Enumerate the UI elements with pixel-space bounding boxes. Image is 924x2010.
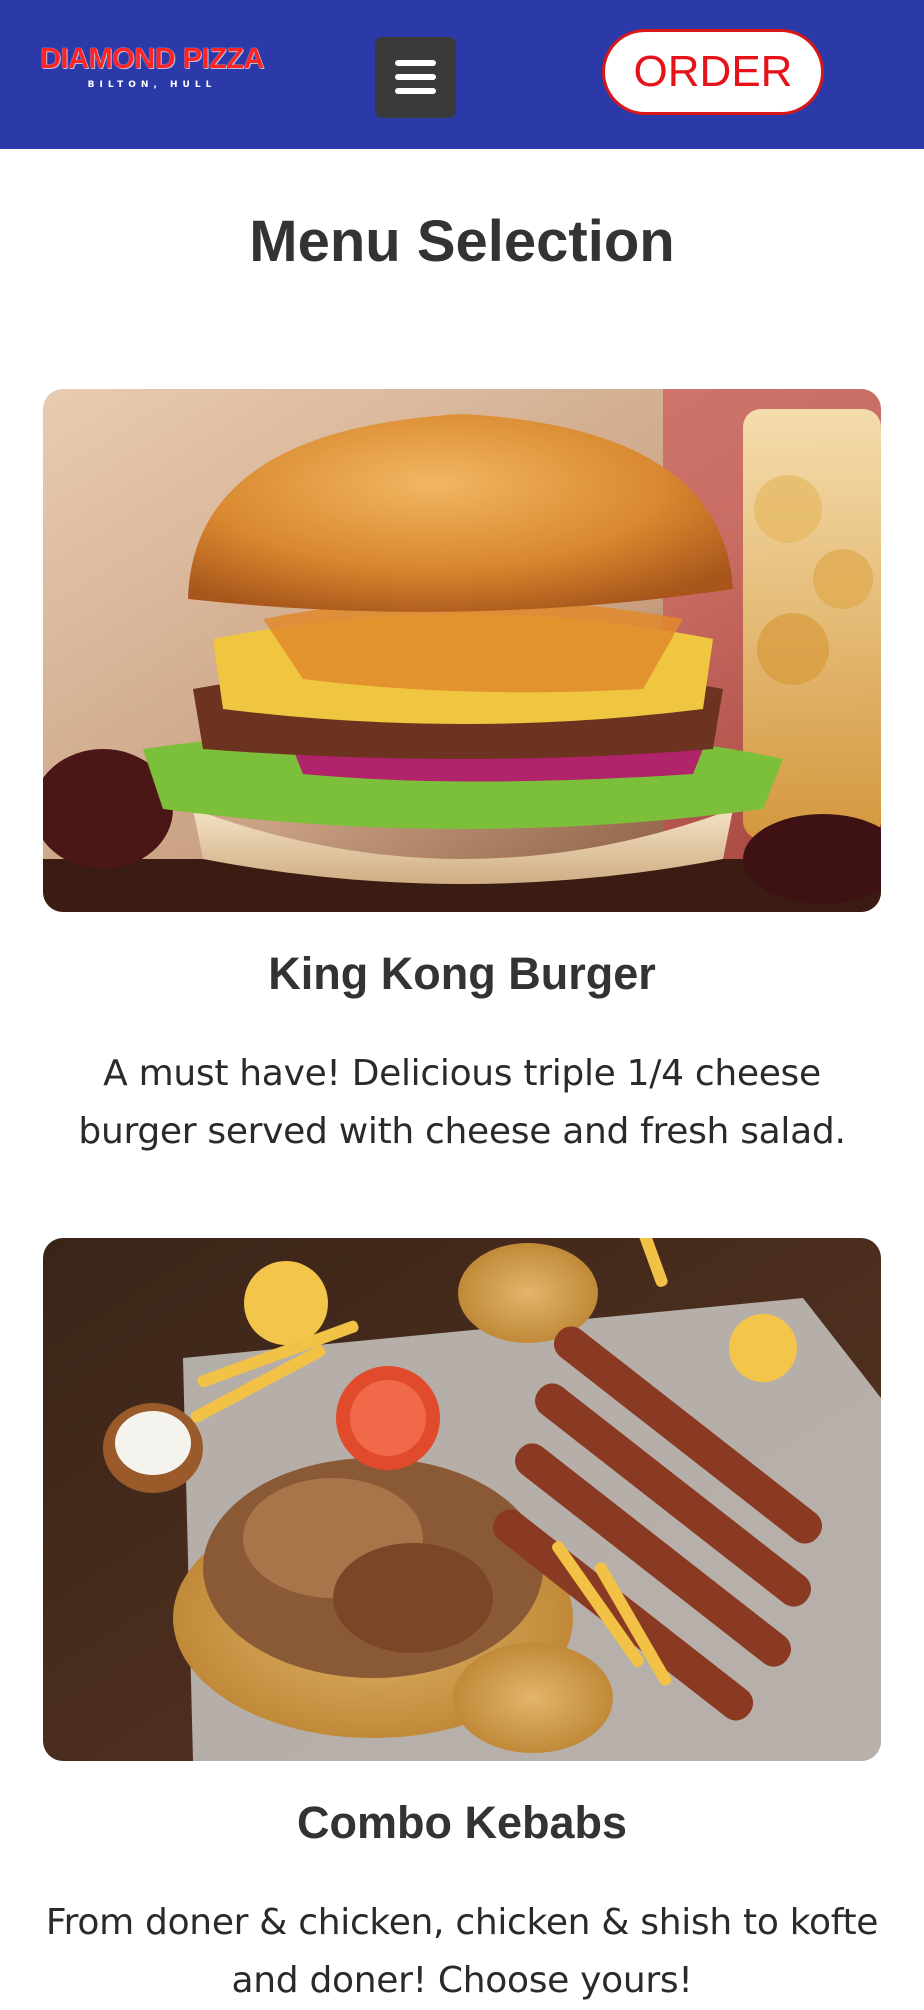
menu-item-description: From doner & chicken, chicken & shish to… — [45, 1902, 879, 2001]
burger-photo — [43, 389, 881, 912]
menu-item-name: King Kong Burger — [268, 948, 656, 999]
hamburger-icon — [395, 60, 436, 66]
menu-item-name: Combo Kebabs — [296, 1797, 628, 1848]
logo-title: DIAMOND PIZZA — [40, 43, 264, 75]
order-button[interactable]: ORDER — [602, 29, 824, 115]
kebab-platter-photo — [43, 1238, 881, 1761]
menu-item-description: A must have! Delicious triple 1/4 cheese… — [78, 1053, 846, 1152]
logo-subtitle: BILTON, HULL — [87, 80, 217, 90]
site-logo[interactable]: DIAMOND PIZZA BILTON, HULL — [22, 44, 282, 90]
hamburger-menu-button[interactable] — [375, 37, 456, 118]
hamburger-icon-bar — [395, 74, 436, 80]
hamburger-icon-bar — [395, 88, 436, 94]
page-title: Menu Selection — [249, 209, 675, 274]
site-header: DIAMOND PIZZA BILTON, HULL ORDER — [0, 0, 924, 149]
